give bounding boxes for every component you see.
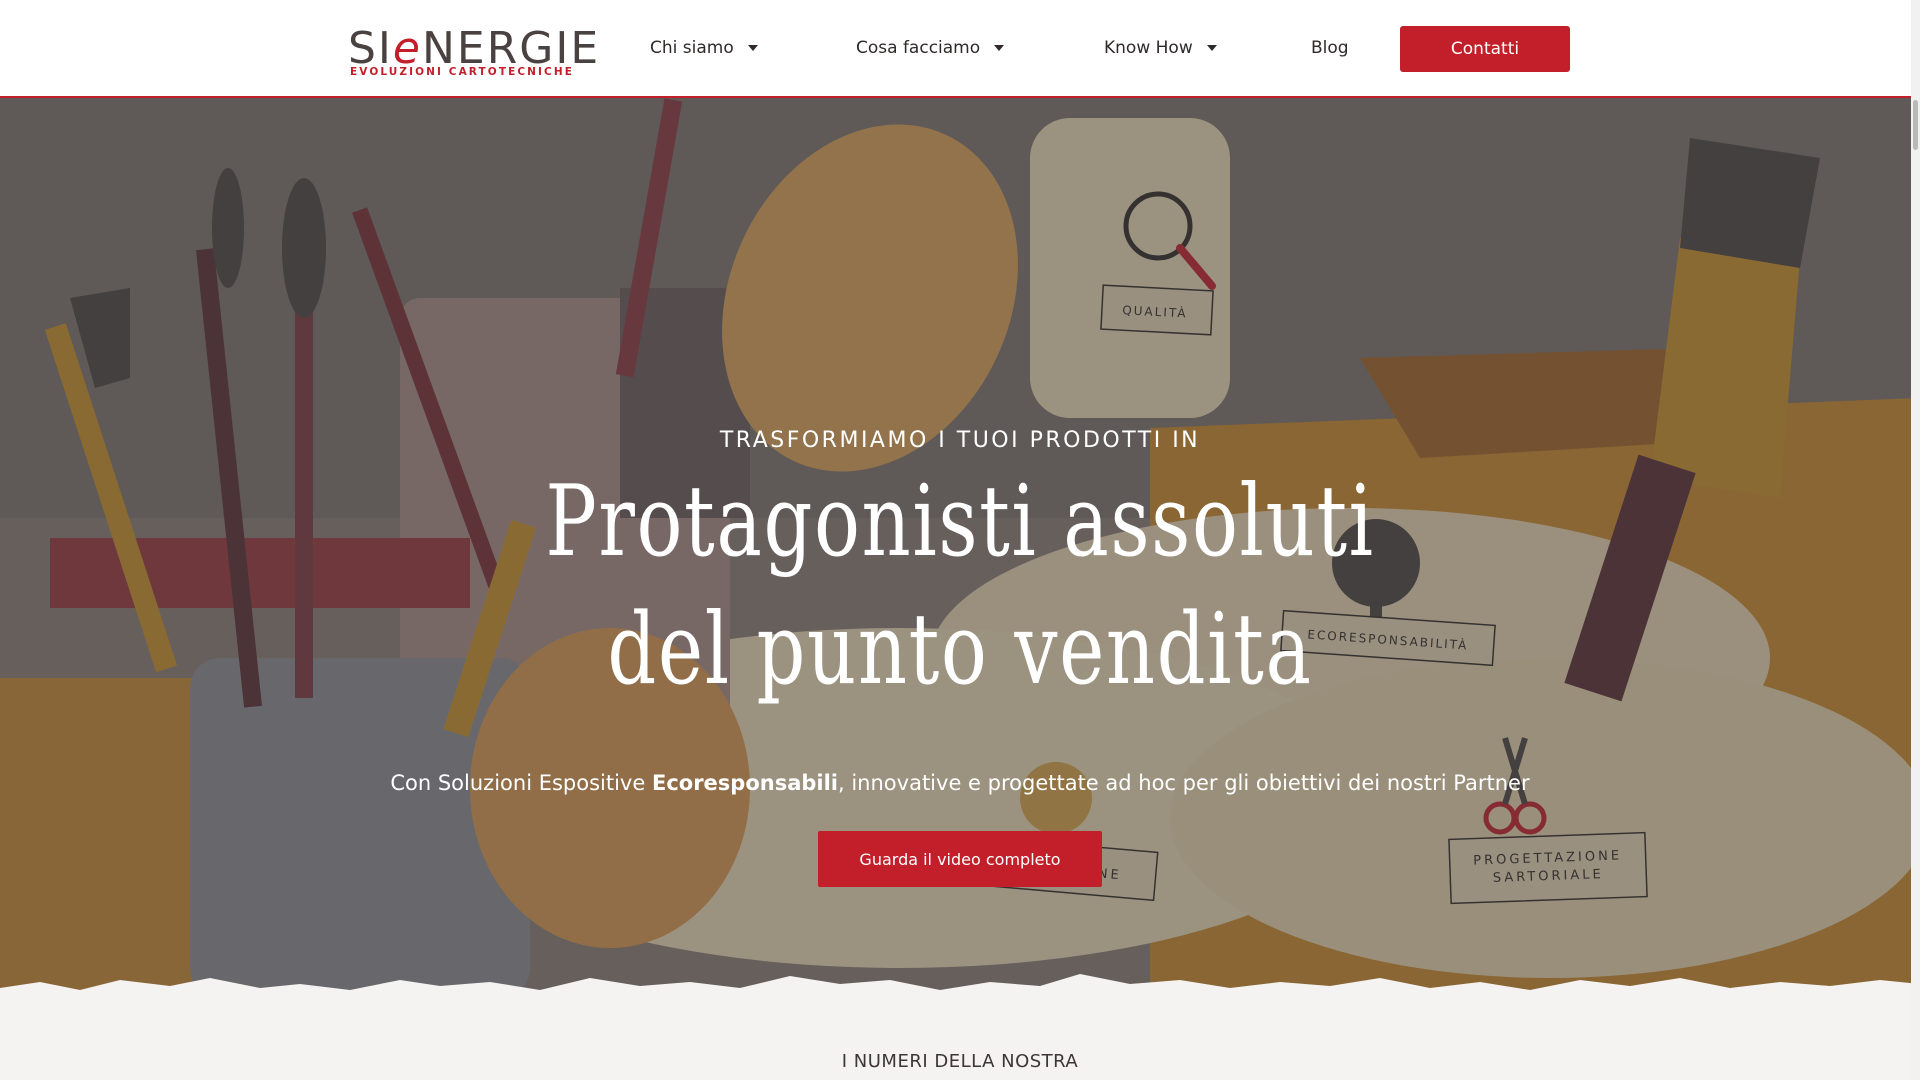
caret-down-icon [1206,45,1217,51]
caret-down-icon [747,45,758,51]
brand-logo[interactable]: SIeNERGIE EVOLUZIONI CARTOTECNICHE [348,26,598,79]
hero-kicker: TRASFORMIAMO I TUOI PRODOTTI IN [719,428,1201,453]
subtitle-bold: Ecoresponsabili [651,771,838,795]
hero-title-line2: del punto vendita [607,593,1313,707]
nav-item-blog[interactable]: Blog [1311,38,1349,58]
nav-label: Cosa facciamo [856,38,981,58]
site-header: SIeNERGIE EVOLUZIONI CARTOTECNICHE Chi s… [0,0,1920,98]
watch-video-button[interactable]: Guarda il video completo [818,831,1102,887]
hero-title-line1: Protagonisti assoluti [545,465,1375,579]
hero-subtitle: Con Soluzioni Espositive Ecoresponsabili… [0,771,1920,795]
subtitle-text: Con Soluzioni Espositive [390,771,652,795]
nav-label: Blog [1311,38,1349,58]
caret-down-icon [994,45,1005,51]
page-scrollbar[interactable] [1911,0,1920,1080]
nav-item-know-how[interactable]: Know How [1104,38,1217,58]
nav-item-chi-siamo[interactable]: Chi siamo [650,38,758,58]
scrollbar-thumb[interactable] [1913,100,1918,150]
logo-tagline: EVOLUZIONI CARTOTECNICHE [350,66,575,78]
hero-section: QUALITÀ ECORESPONSABILITÀ INNOVAZIONE PR… [0,98,1920,998]
contatti-button[interactable]: Contatti [1400,26,1570,72]
nav-item-cosa-facciamo[interactable]: Cosa facciamo [856,38,1005,58]
nav-label: Chi siamo [650,38,734,58]
hero-title: Protagonisti assoluti del punto vendita [211,458,1709,714]
subtitle-text: , innovative e progettate ad hoc per gli… [838,771,1530,795]
torn-paper-divider [0,974,1920,1020]
numbers-section-title: I NUMERI DELLA NOSTRA [841,1051,1079,1072]
nav-label: Know How [1104,38,1193,58]
